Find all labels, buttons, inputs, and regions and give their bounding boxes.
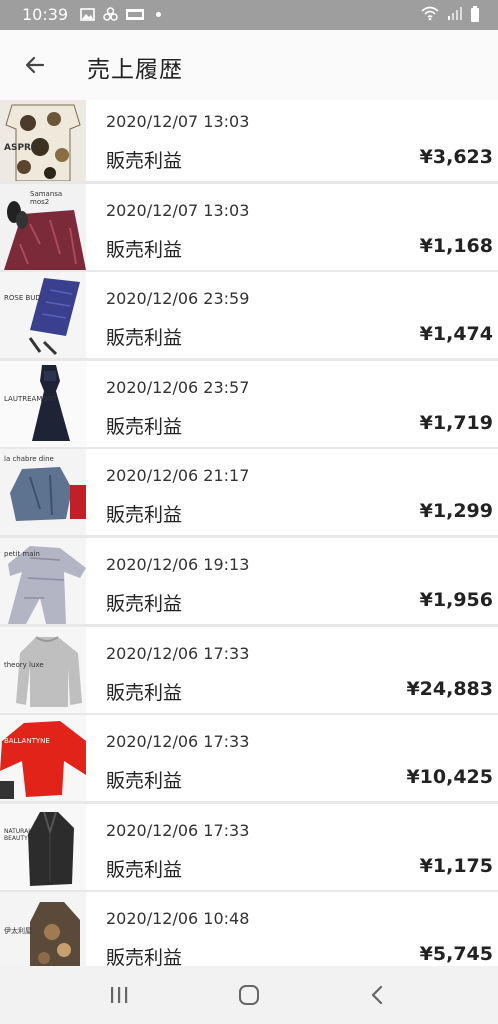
sale-type: 販売利益 (106, 327, 183, 350)
sale-date: 2020/12/06 21:17 (106, 466, 250, 486)
recent-apps-button[interactable] (104, 980, 134, 1010)
sale-type: 販売利益 (106, 947, 183, 966)
product-thumbnail: BALLANTYNE (0, 715, 86, 802)
product-thumbnail: petit main (0, 537, 86, 624)
product-thumbnail: theory luxe (0, 626, 86, 713)
list-item[interactable]: la chabre dine 2020/12/06 21:17 販売利益 ¥1,… (0, 449, 498, 536)
sale-date: 2020/12/06 17:33 (106, 643, 250, 663)
sale-date: 2020/12/06 23:57 (106, 377, 250, 397)
back-button[interactable] (18, 48, 52, 82)
thumbnail-brand-label: NATURAL BEAUTY (4, 827, 32, 842)
sale-amount: ¥10,425 (406, 766, 493, 789)
battery-icon (470, 6, 480, 22)
product-thumbnail: ROSE BUD (0, 272, 86, 359)
product-thumbnail: ASPRI (0, 100, 86, 181)
list-item[interactable]: theory luxe 2020/12/06 17:33 販売利益 ¥24,88… (0, 626, 498, 713)
sale-amount: ¥24,883 (406, 677, 493, 700)
sale-date: 2020/12/06 17:33 (106, 820, 250, 840)
list-item[interactable]: Samansa mos2 2020/12/07 13:03 販売利益 ¥1,16… (0, 183, 498, 270)
navigation-bar (0, 966, 498, 1024)
sale-amount: ¥1,956 (419, 588, 493, 611)
home-button[interactable] (234, 980, 264, 1010)
status-bar: 10:39 (0, 0, 498, 30)
sale-date: 2020/12/07 13:03 (106, 112, 250, 131)
sale-amount: ¥5,745 (419, 943, 493, 966)
list-item[interactable]: petit main 2020/12/06 19:13 販売利益 ¥1,956 (0, 537, 498, 624)
thumbnail-brand-label: la chabre dine (4, 455, 54, 464)
thumbnail-brand-label: LAUTREAMONT (4, 394, 58, 403)
back-nav-button[interactable] (363, 980, 393, 1010)
notification-badge-icon (126, 7, 144, 22)
thumbnail-brand-label: theory luxe (4, 660, 44, 669)
sale-amount: ¥1,719 (419, 411, 493, 434)
sale-date: 2020/12/06 17:33 (106, 732, 250, 752)
home-icon (239, 985, 259, 1005)
thumbnail-brand-label: 伊太利屋 (4, 927, 32, 936)
sale-type: 販売利益 (106, 150, 183, 172)
sale-amount: ¥1,168 (419, 234, 493, 257)
thumbnail-brand-label: petit main (4, 549, 40, 558)
page-title: 売上履歴 (87, 57, 183, 83)
sale-type: 販売利益 (106, 504, 183, 527)
wifi-icon (421, 6, 439, 21)
product-thumbnail: 伊太利屋 (0, 892, 86, 966)
sales-list[interactable]: ASPRI 2020/12/07 13:03 販売利益 ¥3,623 Saman… (0, 100, 498, 966)
sale-date: 2020/12/06 19:13 (106, 554, 250, 574)
status-time: 10:39 (22, 5, 69, 24)
app-bar: 売上履歴 (0, 30, 498, 101)
sale-date: 2020/12/06 10:48 (106, 909, 250, 929)
list-item[interactable]: ROSE BUD 2020/12/06 23:59 販売利益 ¥1,474 (0, 272, 498, 359)
list-item[interactable]: LAUTREAMONT 2020/12/06 23:57 販売利益 ¥1,719 (0, 360, 498, 447)
image-icon (80, 7, 95, 22)
sale-type: 販売利益 (106, 238, 183, 261)
thumbnail-brand-label: Samansa mos2 (30, 189, 63, 206)
list-item[interactable]: ASPRI 2020/12/07 13:03 販売利益 ¥3,623 (0, 100, 498, 181)
sale-type: 販売利益 (106, 592, 183, 615)
list-item[interactable]: NATURAL BEAUTY 2020/12/06 17:33 販売利益 ¥1,… (0, 803, 498, 890)
list-item[interactable]: 伊太利屋 2020/12/06 10:48 販売利益 ¥5,745 (0, 892, 498, 966)
signal-icon (447, 6, 462, 21)
thumbnail-brand-label: BALLANTYNE (4, 737, 50, 746)
sale-amount: ¥3,623 (419, 146, 493, 168)
sale-type: 販売利益 (106, 415, 183, 438)
sale-amount: ¥1,299 (419, 500, 493, 523)
product-thumbnail: Samansa mos2 (0, 183, 86, 270)
sale-date: 2020/12/07 13:03 (106, 200, 250, 220)
dot-icon (156, 12, 161, 17)
sale-type: 販売利益 (106, 858, 183, 881)
sale-date: 2020/12/06 23:59 (106, 289, 250, 309)
arrow-left-icon (25, 56, 45, 74)
list-item[interactable]: BALLANTYNE 2020/12/06 17:33 販売利益 ¥10,425 (0, 715, 498, 802)
sale-type: 販売利益 (106, 770, 183, 793)
sale-amount: ¥1,474 (419, 323, 493, 346)
sale-amount: ¥1,175 (419, 854, 493, 877)
product-thumbnail: NATURAL BEAUTY (0, 803, 86, 890)
thumbnail-brand-label: ROSE BUD (4, 294, 41, 303)
sale-type: 販売利益 (106, 681, 183, 704)
product-thumbnail: LAUTREAMONT (0, 360, 86, 447)
thumbnail-brand-label: ASPRI (4, 143, 35, 153)
product-thumbnail: la chabre dine (0, 449, 86, 536)
recent-apps-icon (111, 987, 128, 1003)
back-nav-icon (371, 985, 383, 1005)
pinwheel-icon (103, 7, 118, 22)
